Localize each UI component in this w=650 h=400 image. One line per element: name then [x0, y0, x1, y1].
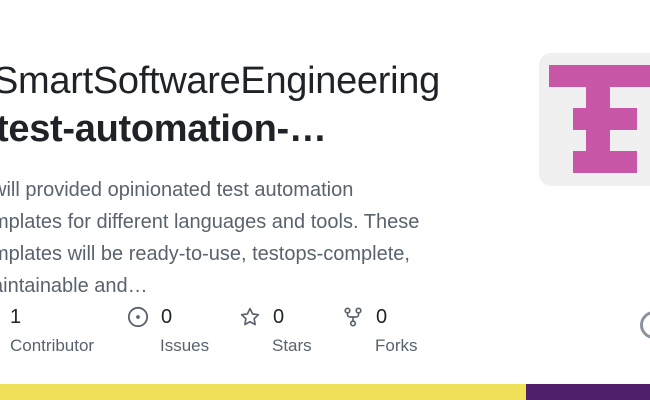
- repo-owner[interactable]: SmartSoftwareEngineering: [0, 58, 440, 104]
- description-line: mplates will be ready-to-use, testops-co…: [0, 243, 410, 265]
- repo-logo: [539, 53, 650, 186]
- stat-stars[interactable]: 0 Stars: [239, 304, 312, 356]
- stat-contributors[interactable]: 1 Contributor: [10, 304, 94, 356]
- description-line: aintainable and…: [0, 275, 148, 297]
- description-line: mplates for different languages and tool…: [0, 211, 420, 233]
- stars-label: Stars: [272, 336, 312, 355]
- language-bar-primary: [0, 384, 526, 400]
- forks-count: 0: [376, 305, 388, 328]
- description-line: will provided opinionated test automatio…: [0, 179, 354, 201]
- repo-forked-icon: [344, 307, 362, 327]
- language-bar-secondary: [526, 384, 650, 400]
- stat-forks[interactable]: 0 Forks: [342, 304, 418, 356]
- issues-label: Issues: [160, 336, 210, 355]
- repo-description: will provided opinionated test automatio…: [0, 174, 492, 302]
- repo-name[interactable]: test-automation-…: [0, 106, 327, 152]
- contributors-count: 1: [10, 305, 22, 328]
- issues-count: 0: [161, 305, 173, 328]
- star-icon: [240, 307, 260, 326]
- issue-opened-icon: [127, 306, 149, 328]
- contributors-label: Contributor: [10, 336, 95, 355]
- avatar[interactable]: [640, 311, 650, 339]
- forks-label: Forks: [375, 336, 418, 355]
- stat-issues[interactable]: 0 Issues: [127, 304, 209, 356]
- stars-count: 0: [273, 305, 285, 328]
